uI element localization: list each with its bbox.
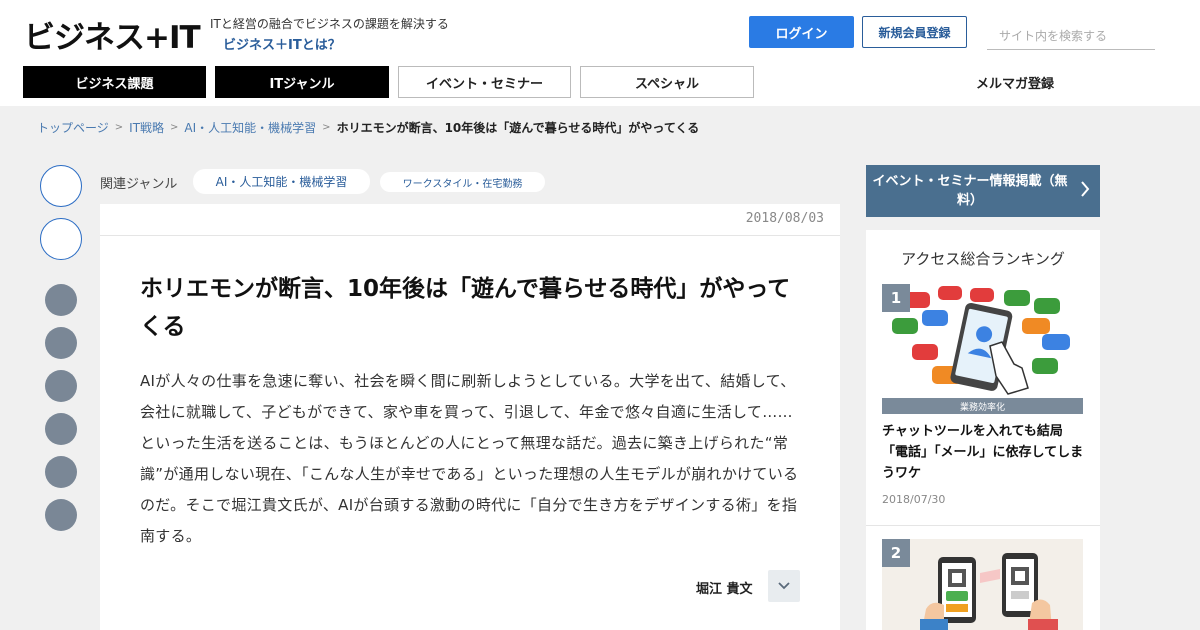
access-ranking: アクセス総合ランキング 1 業務効率化 チャットツールを入れても結局「電話」「メ… (866, 230, 1100, 630)
article-title: ホリエモンが断言、10年後は「遊んで暮らせる時代」がやってくる (140, 276, 791, 340)
share-button-secondary[interactable] (40, 218, 82, 260)
search-input[interactable] (987, 22, 1155, 50)
share-button[interactable] (45, 456, 77, 488)
login-button[interactable]: ログイン (749, 16, 854, 48)
article-card: 2018/08/03 ホリエモンが断言、10年後は「遊んで暮らせる時代」がやって… (100, 204, 840, 630)
share-button[interactable] (45, 370, 77, 402)
ranking-1-image[interactable]: 1 (882, 284, 1083, 398)
chevron-right-icon: > (114, 122, 124, 133)
genre-tag-ai[interactable]: AI・人工知能・機械学習 (193, 169, 370, 194)
article-date: 2018/08/03 (745, 211, 824, 226)
share-button-primary[interactable] (40, 165, 82, 207)
nav-it-genre[interactable]: ITジャンル (215, 66, 389, 98)
site-logo[interactable]: ビジネス+IT (24, 12, 201, 57)
share-button[interactable] (45, 284, 77, 316)
author-name[interactable]: 堀江 貴文 (696, 578, 753, 597)
ranking-1-date: 2018/07/30 (882, 493, 946, 506)
chevron-right-icon: > (170, 122, 179, 133)
site-header: ビジネス+IT ITと経営の融合でビジネスの課題を解決する ビジネス＋ITとは？… (0, 0, 1200, 106)
breadcrumb-current: ホリエモンが断言、10年後は「遊んで暮らせる時代」がやってくる (336, 121, 700, 135)
ranking-1-category: 業務効率化 (882, 398, 1083, 414)
rank-number-1: 1 (882, 284, 910, 312)
site-tagline: ITと経営の融合でビジネスの課題を解決する (210, 17, 449, 31)
share-button[interactable] (45, 413, 77, 445)
nav-special[interactable]: スペシャル (580, 66, 754, 98)
nav-newsletter[interactable]: メルマガ登録 (960, 66, 1070, 98)
nav-business-issues[interactable]: ビジネス課題 (23, 66, 206, 98)
ranking-2-image[interactable]: 2 (882, 539, 1083, 630)
breadcrumb-top[interactable]: トップページ (37, 119, 109, 136)
chevron-right-icon (1081, 181, 1090, 197)
author-expand-button[interactable] (768, 570, 800, 602)
chat-phone-illustration (882, 284, 1083, 398)
breadcrumb-ai[interactable]: AI・人工知能・機械学習 (184, 119, 316, 136)
ranking-title: アクセス総合ランキング (901, 250, 1065, 268)
share-button[interactable] (45, 327, 77, 359)
chevron-down-icon (778, 582, 790, 590)
rank-number-2: 2 (882, 539, 910, 567)
divider (100, 235, 840, 236)
register-button[interactable]: 新規会員登録 (862, 16, 967, 48)
share-button[interactable] (45, 499, 77, 531)
qr-payment-illustration (882, 539, 1083, 630)
divider (866, 525, 1100, 526)
article-lead: AIが人々の仕事を急速に奪い、社会を瞬く間に刷新しようとしている。大学を出て、結… (140, 372, 799, 545)
ranking-1-headline[interactable]: チャットツールを入れても結局「電話」「メール」に依存してしまうワケ (882, 421, 1087, 484)
breadcrumb-it-strategy[interactable]: IT戦略 (129, 119, 164, 136)
related-genre-label: 関連ジャンル (100, 177, 178, 192)
genre-tag-workstyle[interactable]: ワークスタイル・在宅勤務 (380, 172, 545, 192)
breadcrumb: トップページ > IT戦略 > AI・人工知能・機械学習 > ホリエモンが断言、… (37, 119, 699, 136)
chevron-right-icon: > (322, 122, 331, 133)
event-listing-banner[interactable]: イベント・セミナー情報掲載（無料） (866, 165, 1100, 217)
event-banner-text: イベント・セミナー情報掲載（無料） (872, 174, 1068, 208)
about-link[interactable]: ビジネス＋ITとは？ (223, 34, 341, 53)
nav-events-seminars[interactable]: イベント・セミナー (398, 66, 571, 98)
